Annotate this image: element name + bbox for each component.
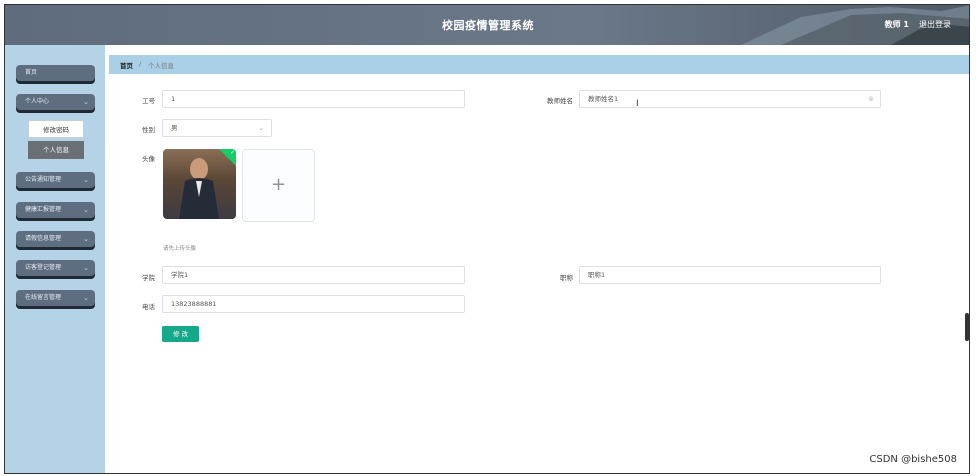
submenu-change-password[interactable]: 修改密码 — [28, 120, 84, 138]
sidebar-item-label: 个人中心 — [25, 98, 50, 105]
submit-button[interactable]: 修 改 — [162, 326, 199, 342]
job-title-field[interactable]: 职称1 — [579, 266, 881, 284]
sidebar-item-message[interactable]: 在线留言管理 ⌄ — [16, 290, 95, 306]
avatar[interactable]: ✓ — [163, 149, 236, 219]
breadcrumb-home[interactable]: 首页 — [120, 60, 133, 70]
scrollbar-thumb[interactable] — [965, 313, 969, 341]
sidebar-item-personal-center[interactable]: 个人中心 ⌄ — [16, 94, 95, 110]
breadcrumb-current: 个人信息 — [148, 62, 174, 70]
college-field[interactable]: 学院1 — [162, 266, 465, 284]
sidebar-item-label: 请假信息管理 — [25, 235, 62, 242]
sidebar-item-label: 健康汇报管理 — [25, 206, 62, 213]
avatar-label: 头像 — [142, 155, 155, 163]
avatar-photo — [179, 158, 219, 219]
teacher-name-label: 教师姓名 — [547, 97, 573, 105]
chevron-down-icon: ⌄ — [83, 98, 89, 106]
gonghao-field[interactable]: 1 — [162, 90, 465, 108]
teacher-name-field[interactable]: 教师姓名1 ⊗ — [579, 90, 881, 108]
teacher-name-value: 教师姓名1 — [588, 95, 619, 103]
college-label: 学院 — [142, 274, 155, 282]
sidebar-item-visitor[interactable]: 访客登记管理 ⌄ — [16, 260, 95, 276]
avatar-upload-button[interactable]: + — [242, 149, 315, 222]
avatar-hint: 请先上传头像 — [163, 246, 197, 252]
chevron-down-icon: ⌄ — [83, 264, 89, 272]
sidebar-item-label: 首页 — [25, 69, 38, 76]
gender-select[interactable]: 男 ⌄ — [162, 119, 272, 137]
app-title: 校园疫情管理系统 — [442, 19, 534, 32]
gonghao-label: 工号 — [142, 97, 155, 105]
chevron-down-icon: ⌄ — [83, 235, 89, 243]
sidebar: 首页 个人中心 ⌄ 修改密码 个人信息 公告通知管理 ⌄ 健康汇报管理 ⌄ 请假… — [5, 45, 105, 473]
clear-icon[interactable]: ⊗ — [868, 91, 874, 107]
submenu-personal-info[interactable]: 个人信息 — [28, 141, 84, 159]
watermark: CSDN @bishe508 — [869, 454, 957, 465]
check-icon: ✓ — [229, 149, 235, 156]
chevron-down-icon: ⌄ — [258, 124, 264, 132]
sidebar-item-home[interactable]: 首页 — [16, 65, 95, 81]
breadcrumb-separator: / — [139, 60, 142, 68]
plus-icon: + — [270, 174, 287, 195]
sidebar-item-label: 公告通知管理 — [25, 176, 62, 183]
sidebar-item-notice[interactable]: 公告通知管理 ⌄ — [16, 172, 95, 188]
top-header: 校园疫情管理系统 教师 1 退出登录 — [5, 5, 969, 45]
app-frame: 校园疫情管理系统 教师 1 退出登录 首页 个人中心 ⌄ 修改密码 个人信息 公… — [4, 4, 970, 474]
chevron-down-icon: ⌄ — [83, 176, 89, 184]
logout-button[interactable]: 退出登录 — [919, 19, 951, 30]
chevron-down-icon: ⌄ — [83, 206, 89, 214]
text-cursor-icon: I — [636, 99, 639, 109]
sidebar-item-health[interactable]: 健康汇报管理 ⌄ — [16, 202, 95, 218]
chevron-down-icon: ⌄ — [83, 294, 89, 302]
gender-value: 男 — [171, 124, 178, 132]
breadcrumb: 首页 / 个人信息 — [109, 55, 969, 74]
phone-label: 电话 — [142, 303, 155, 311]
job-title-label: 职称 — [560, 274, 573, 282]
current-user: 教师 1 — [884, 20, 909, 29]
sidebar-item-label: 在线留言管理 — [25, 294, 62, 301]
sidebar-item-leave[interactable]: 请假信息管理 ⌄ — [16, 231, 95, 247]
phone-field[interactable]: 13823888881 — [162, 295, 465, 313]
gender-label: 性别 — [142, 126, 155, 134]
sidebar-item-label: 访客登记管理 — [25, 264, 62, 271]
